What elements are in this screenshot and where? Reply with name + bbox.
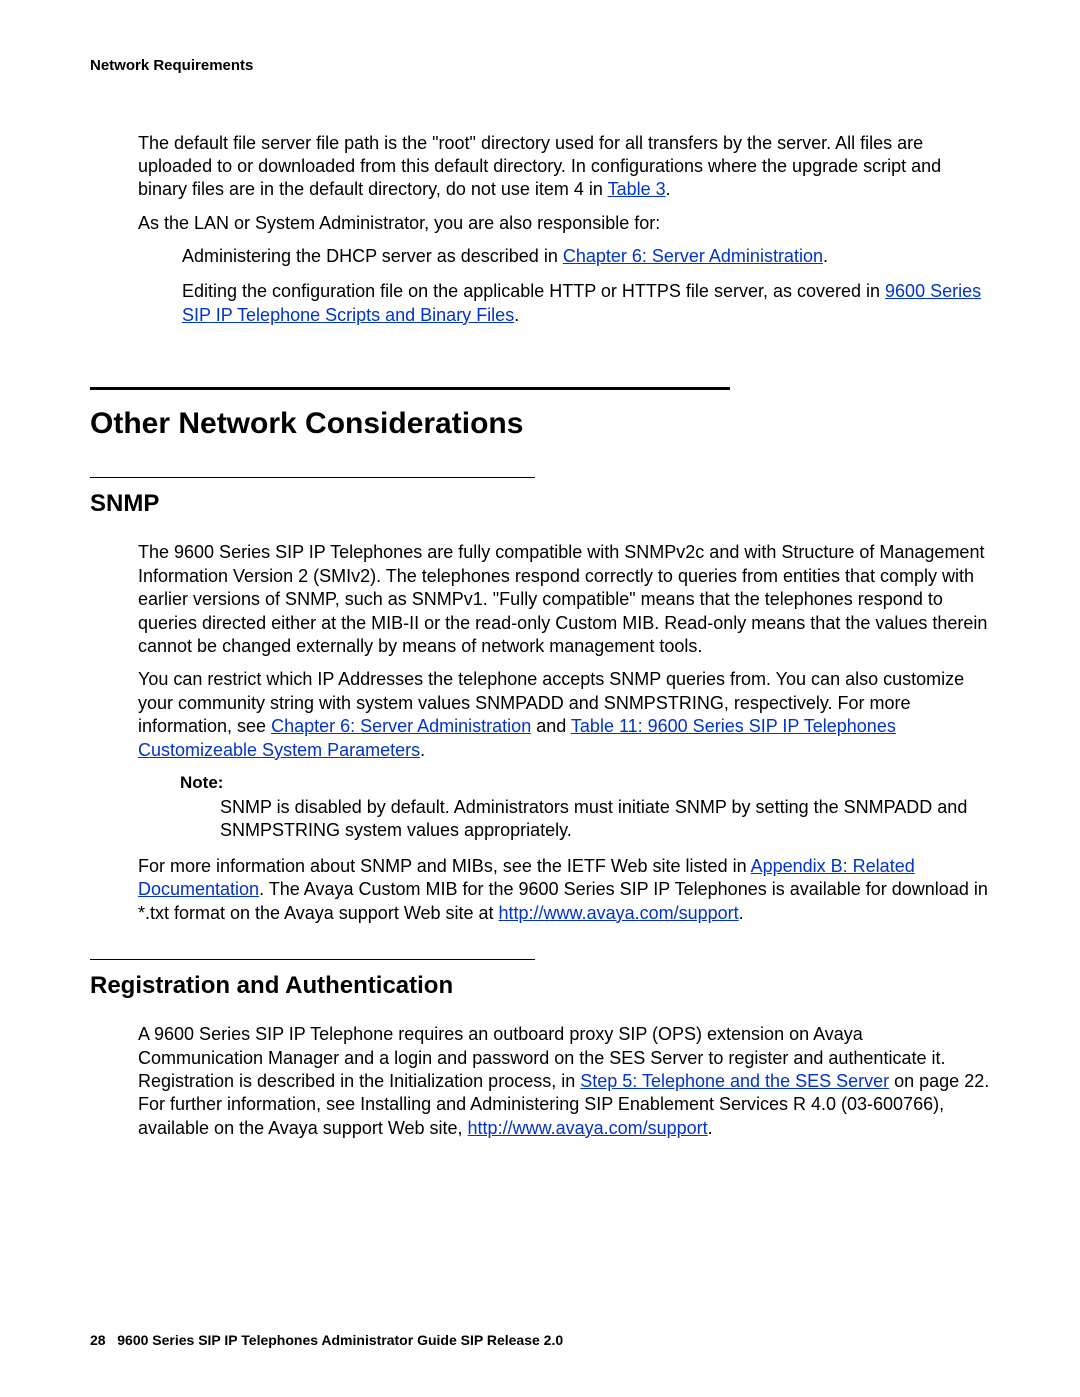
divider-heavy (90, 387, 730, 390)
note-body: SNMP is disabled by default. Administrat… (220, 796, 990, 843)
text: . (514, 305, 519, 325)
running-header: Network Requirements (90, 56, 990, 76)
heading-snmp: SNMP (90, 488, 990, 519)
snmp-paragraph-1: The 9600 Series SIP IP Telephones are fu… (138, 541, 990, 658)
snmp-paragraph-2: You can restrict which IP Addresses the … (138, 668, 990, 762)
text: For more information about SNMP and MIBs… (138, 856, 751, 876)
page: Network Requirements The default file se… (0, 0, 1080, 1397)
link-avaya-support-2[interactable]: http://www.avaya.com/support (468, 1118, 708, 1138)
heading-registration: Registration and Authentication (90, 970, 990, 1001)
list-item-1: Administering the DHCP server as describ… (182, 245, 990, 268)
link-avaya-support-1[interactable]: http://www.avaya.com/support (499, 903, 739, 923)
note-label: Note: (180, 772, 990, 794)
intro-paragraph-1: The default file server file path is the… (138, 132, 990, 202)
text: . (666, 179, 671, 199)
footer-title: 9600 Series SIP IP Telephones Administra… (117, 1332, 563, 1348)
heading-other-network: Other Network Considerations (90, 404, 990, 443)
text: . (420, 740, 425, 760)
reg-paragraph-1: A 9600 Series SIP IP Telephone requires … (138, 1023, 990, 1140)
text: and (531, 716, 571, 736)
page-number: 28 (90, 1332, 106, 1348)
divider-light-2 (90, 959, 535, 960)
link-chapter-6-b[interactable]: Chapter 6: Server Administration (271, 716, 531, 736)
text: Administering the DHCP server as describ… (182, 246, 563, 266)
link-chapter-6[interactable]: Chapter 6: Server Administration (563, 246, 823, 266)
link-step-5[interactable]: Step 5: Telephone and the SES Server (580, 1071, 889, 1091)
divider-light (90, 477, 535, 478)
link-table-3[interactable]: Table 3 (608, 179, 666, 199)
text: Editing the configuration file on the ap… (182, 281, 885, 301)
text: The default file server file path is the… (138, 133, 941, 200)
text: . (708, 1118, 713, 1138)
text: . (739, 903, 744, 923)
list-item-2: Editing the configuration file on the ap… (182, 280, 990, 327)
intro-paragraph-2: As the LAN or System Administrator, you … (138, 212, 990, 235)
text: . (823, 246, 828, 266)
page-footer: 28 9600 Series SIP IP Telephones Adminis… (90, 1331, 563, 1349)
snmp-paragraph-3: For more information about SNMP and MIBs… (138, 855, 990, 925)
